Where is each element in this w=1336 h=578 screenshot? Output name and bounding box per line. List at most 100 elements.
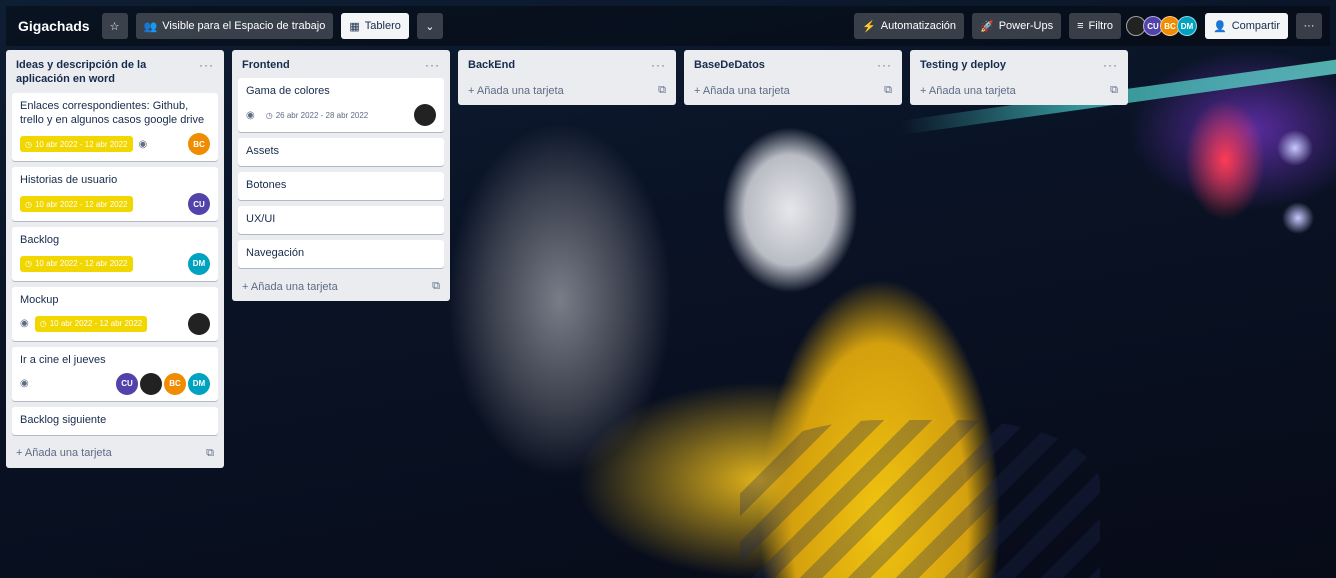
list: BackEnd ··· + Añada una tarjeta ⧉ xyxy=(458,50,676,106)
card-title: Historias de usuario xyxy=(20,174,118,187)
add-card-button[interactable]: + Añada una tarjeta ⧉ xyxy=(12,441,218,462)
filter-label: Filtro xyxy=(1088,20,1113,32)
member-avatar[interactable]: CU xyxy=(116,372,138,395)
card-badges: ◷ 10 abr 2022 - 12 abr 2022 DM xyxy=(20,252,210,275)
template-icon[interactable]: ⧉ xyxy=(1110,84,1118,97)
card[interactable]: UX/UI xyxy=(238,206,444,235)
card-members: DM xyxy=(188,252,210,275)
add-card-label: + Añada una tarjeta xyxy=(16,447,112,460)
card[interactable]: Mockup ◉ ◷ 10 abr 2022 - 12 abr 2022 xyxy=(12,286,218,341)
powerups-button[interactable]: 🚀 Power-Ups xyxy=(972,13,1062,39)
card-members: CU xyxy=(188,193,210,216)
list-header: BackEnd ··· xyxy=(464,54,670,78)
member-avatar[interactable] xyxy=(414,104,436,127)
member-avatar[interactable]: DM xyxy=(188,252,210,275)
list-title[interactable]: BaseDeDatos xyxy=(694,58,765,72)
card[interactable]: Assets xyxy=(238,138,444,167)
more-icon[interactable]: ··· xyxy=(425,58,440,72)
card[interactable]: Historias de usuario ◷ 10 abr 2022 - 12 ab… xyxy=(12,167,218,222)
list-title[interactable]: BackEnd xyxy=(468,58,515,72)
automation-label: Automatización xyxy=(880,20,957,32)
list-header: Ideas y descripción de la aplicación en … xyxy=(12,54,218,93)
more-icon: ··· xyxy=(1303,20,1315,32)
member-avatar[interactable]: BC xyxy=(164,372,186,395)
card-members: BC xyxy=(188,133,210,156)
list: Frontend ··· Gama de colores ◉ ◷ 26 abr 2022 … xyxy=(232,50,450,302)
card[interactable]: Enlaces correspondientes: Github, trello… xyxy=(12,92,218,162)
clock-icon: ◷ xyxy=(25,199,32,209)
watch-icon: ◉ xyxy=(20,378,29,390)
list-header: Frontend ··· xyxy=(238,54,444,78)
template-icon[interactable]: ⧉ xyxy=(884,84,892,97)
member-avatar[interactable]: CU xyxy=(188,193,210,216)
add-card-button[interactable]: + Añada una tarjeta ⧉ xyxy=(690,78,896,99)
due-date-badge[interactable]: ◷ 10 abr 2022 - 12 abr 2022 xyxy=(20,136,133,153)
star-button[interactable]: ☆ xyxy=(101,13,128,39)
board-icon: ▦ xyxy=(349,20,360,33)
list-title[interactable]: Frontend xyxy=(242,58,290,72)
member-avatar[interactable]: DM xyxy=(1177,16,1197,36)
list: Testing y deploy ··· + Añada una tarjeta ⧉ xyxy=(910,50,1128,106)
more-icon[interactable]: ··· xyxy=(651,58,666,72)
more-icon[interactable]: ··· xyxy=(1103,58,1118,72)
add-card-label: + Añada una tarjeta xyxy=(694,84,790,97)
list-title[interactable]: Ideas y descripción de la aplicación en … xyxy=(16,58,199,87)
template-icon[interactable]: ⧉ xyxy=(432,280,440,293)
template-icon[interactable]: ⧉ xyxy=(206,447,214,460)
due-date-text: 26 abr 2022 - 28 abr 2022 xyxy=(275,110,369,120)
due-date-badge[interactable]: ◷ 10 abr 2022 - 12 abr 2022 xyxy=(20,196,133,213)
card[interactable]: Botones xyxy=(238,172,444,201)
card-badges: ◉ CU BC DM xyxy=(20,372,210,395)
member-avatar[interactable] xyxy=(140,372,162,395)
filter-button[interactable]: ≡ Filtro xyxy=(1069,13,1121,39)
member-avatar[interactable]: BC xyxy=(188,133,210,156)
card[interactable]: Backlog ◷ 10 abr 2022 - 12 abr 2022 DM xyxy=(12,227,218,281)
chevron-down-icon: ⌄ xyxy=(425,20,435,33)
board-view-label: Tablero xyxy=(364,20,401,32)
member-avatar[interactable] xyxy=(188,312,210,335)
add-card-label: + Añada una tarjeta xyxy=(242,280,338,293)
lightning-icon: ⚡ xyxy=(862,20,876,33)
due-date-badge[interactable]: ◷ 10 abr 2022 - 12 abr 2022 xyxy=(34,315,148,332)
card-title: Ir a cine el jueves xyxy=(20,353,106,366)
due-date-text: 10 abr 2022 - 12 abr 2022 xyxy=(34,139,128,149)
template-icon[interactable]: ⧉ xyxy=(658,84,666,97)
card-badges: ◉ ◷ 26 abr 2022 - 28 abr 2022 xyxy=(246,104,436,127)
card-members xyxy=(414,104,436,127)
card-title: Backlog xyxy=(20,234,60,247)
board-menu-button[interactable]: ··· xyxy=(1296,13,1322,39)
add-card-button[interactable]: + Añada una tarjeta ⧉ xyxy=(464,78,670,99)
share-button[interactable]: 👤 Compartir xyxy=(1205,13,1288,39)
watch-icon: ◉ xyxy=(138,138,148,150)
clock-icon: ◷ xyxy=(265,110,273,120)
list-title[interactable]: Testing y deploy xyxy=(920,58,1006,72)
card-members xyxy=(188,312,210,335)
board-view-button[interactable]: ▦ Tablero xyxy=(341,13,409,39)
due-date-badge[interactable]: ◷ 26 abr 2022 - 28 abr 2022 xyxy=(261,107,374,123)
more-icon[interactable]: ··· xyxy=(877,58,892,72)
card[interactable]: Ir a cine el jueves ◉ CU BC DM xyxy=(12,346,218,401)
view-dropdown-button[interactable]: ⌄ xyxy=(416,13,443,39)
due-date-badge[interactable]: ◷ 10 abr 2022 - 12 abr 2022 xyxy=(20,255,133,272)
card-title: UX/UI xyxy=(246,213,276,226)
visibility-label: Visible para el Espacio de trabajo xyxy=(162,20,326,32)
card-title: Backlog siguiente xyxy=(20,413,107,426)
add-card-button[interactable]: + Añada una tarjeta ⧉ xyxy=(238,274,444,295)
share-icon: 👤 xyxy=(1213,20,1227,33)
card[interactable]: Gama de colores ◉ ◷ 26 abr 2022 - 28 abr 20… xyxy=(238,78,444,133)
card[interactable]: Backlog siguiente xyxy=(12,406,218,435)
star-icon: ☆ xyxy=(109,20,120,33)
more-icon[interactable]: ··· xyxy=(199,58,214,72)
list: BaseDeDatos ··· + Añada una tarjeta ⧉ xyxy=(684,50,902,106)
clock-icon: ◷ xyxy=(39,319,47,329)
member-avatar[interactable]: DM xyxy=(188,372,210,395)
card[interactable]: Navegación xyxy=(238,240,444,269)
card-title: Navegación xyxy=(246,247,305,260)
add-card-button[interactable]: + Añada una tarjeta ⧉ xyxy=(916,78,1122,99)
board-title[interactable]: Gigachads xyxy=(14,18,94,34)
clock-icon: ◷ xyxy=(25,259,32,269)
automation-button[interactable]: ⚡ Automatización xyxy=(854,13,965,39)
add-card-label: + Añada una tarjeta xyxy=(468,84,564,97)
due-date-text: 10 abr 2022 - 12 abr 2022 xyxy=(49,319,143,329)
visibility-button[interactable]: 👥 Visible para el Espacio de trabajo xyxy=(135,13,334,39)
